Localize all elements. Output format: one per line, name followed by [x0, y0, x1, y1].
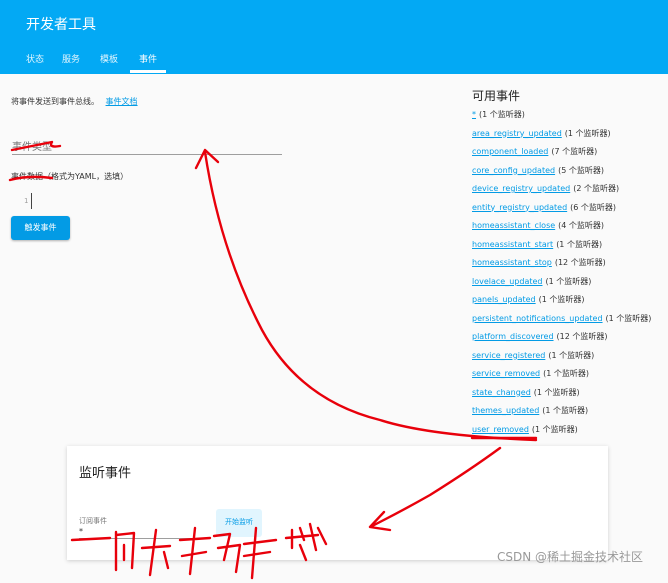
- listen-events-card: [67, 446, 608, 560]
- listener-count: (1 个监听器): [605, 313, 652, 323]
- tab-services[interactable]: 服务: [62, 52, 80, 65]
- event-list-item: homeassistant_close (4 个监听器): [472, 220, 604, 231]
- listen-events-title: 监听事件: [79, 466, 132, 481]
- event-type-underline: [12, 154, 282, 155]
- listener-count: (1 个监听器): [545, 276, 592, 286]
- event-name-link[interactable]: area_registry_updated: [472, 129, 562, 138]
- fire-event-button[interactable]: 触发事件: [11, 216, 70, 240]
- intro-text: 将事件发送到事件总线。: [11, 97, 99, 106]
- listener-count: (12 个监听器): [556, 332, 608, 341]
- event-list-item: persistent_notifications_updated (1 个监听器): [472, 313, 651, 324]
- event-name-link[interactable]: platform_discovered: [472, 332, 554, 341]
- event-data-label: 事件数据（格式为YAML，选填）: [11, 172, 129, 181]
- event-list-item: homeassistant_stop (12 个监听器): [472, 257, 606, 268]
- tab-states[interactable]: 状态: [26, 52, 44, 65]
- listener-count: (1 个监听器): [531, 424, 578, 434]
- event-name-link[interactable]: user_removed: [472, 425, 529, 434]
- event-list-item: component_loaded (7 个监听器): [472, 146, 597, 157]
- active-tab-indicator: [130, 70, 166, 73]
- listener-count: (1 个监听器): [542, 406, 589, 415]
- event-name-link[interactable]: core_config_updated: [472, 166, 555, 175]
- event-list-item: themes_updated (1 个监听器): [472, 405, 588, 416]
- event-list-item: platform_discovered (12 个监听器): [472, 331, 608, 342]
- event-name-link[interactable]: component_loaded: [472, 147, 548, 156]
- event-docs-link[interactable]: 事件文档: [106, 97, 138, 106]
- tab-template[interactable]: 模板: [100, 52, 118, 65]
- listener-count: (4 个监听器): [558, 221, 605, 230]
- listener-count: (1 个监听器): [538, 295, 585, 304]
- subscribe-event-underline: [79, 538, 209, 539]
- listener-count: (7 个监听器): [551, 147, 598, 156]
- event-name-link[interactable]: service_removed: [472, 369, 540, 378]
- event-list-item: device_registry_updated (2 个监听器): [472, 183, 619, 194]
- listener-count: (1 个监听器): [564, 128, 611, 138]
- subscribe-event-label: 订阅事件: [79, 517, 107, 525]
- event-name-link[interactable]: state_changed: [472, 388, 531, 397]
- watermark: CSDN @稀土掘金技术社区: [497, 550, 644, 564]
- listener-count: (5 个监听器): [558, 165, 604, 175]
- event-list-item: service_removed (1 个监听器): [472, 368, 589, 379]
- listener-count: (1 个监听器): [533, 387, 580, 397]
- listener-count: (1 个监听器): [548, 350, 595, 360]
- event-name-link[interactable]: device_registry_updated: [472, 184, 570, 193]
- listener-count: (6 个监听器): [570, 202, 617, 212]
- event-name-link[interactable]: panels_updated: [472, 295, 536, 304]
- listener-count: (12 个监听器): [554, 258, 606, 267]
- event-data-editor[interactable]: [31, 193, 32, 209]
- subscribe-event-input[interactable]: *: [79, 527, 83, 536]
- event-name-link[interactable]: *: [472, 110, 476, 119]
- event-list-item: * (1 个监听器): [472, 109, 525, 120]
- event-name-link[interactable]: persistent_notifications_updated: [472, 314, 603, 323]
- event-list-item: panels_updated (1 个监听器): [472, 294, 585, 305]
- listener-count: (2 个监听器): [573, 184, 620, 193]
- event-name-link[interactable]: homeassistant_start: [472, 240, 553, 249]
- event-list-item: entity_registry_updated (6 个监听器): [472, 202, 616, 213]
- event-name-link[interactable]: themes_updated: [472, 406, 539, 415]
- start-listening-button[interactable]: 开始监听: [216, 509, 262, 537]
- listener-count: (1 个监听器): [479, 110, 525, 119]
- app-title: 开发者工具: [26, 17, 96, 33]
- event-name-link[interactable]: homeassistant_stop: [472, 258, 552, 267]
- event-list-item: lovelace_updated (1 个监听器): [472, 276, 591, 287]
- listener-count: (1 个监听器): [556, 239, 603, 249]
- event-name-link[interactable]: homeassistant_close: [472, 221, 555, 230]
- event-list-item: area_registry_updated (1 个监听器): [472, 128, 611, 139]
- fire-event-intro: 将事件发送到事件总线。 事件文档: [11, 96, 138, 107]
- event-name-link[interactable]: service_registered: [472, 351, 545, 360]
- event-name-link[interactable]: lovelace_updated: [472, 277, 542, 286]
- tab-events[interactable]: 事件: [139, 52, 157, 65]
- event-list-item: service_registered (1 个监听器): [472, 350, 594, 361]
- event-name-link[interactable]: entity_registry_updated: [472, 203, 567, 212]
- editor-line-number: 1: [24, 197, 29, 205]
- event-type-input[interactable]: 事件类型: [12, 138, 52, 153]
- event-list-item: state_changed (1 个监听器): [472, 387, 580, 398]
- listener-count: (1 个监听器): [543, 369, 589, 378]
- event-list-item: core_config_updated (5 个监听器): [472, 165, 604, 176]
- event-list-item: user_removed (1 个监听器): [472, 424, 578, 435]
- event-list-item: homeassistant_start (1 个监听器): [472, 239, 602, 250]
- available-events-title: 可用事件: [472, 89, 521, 103]
